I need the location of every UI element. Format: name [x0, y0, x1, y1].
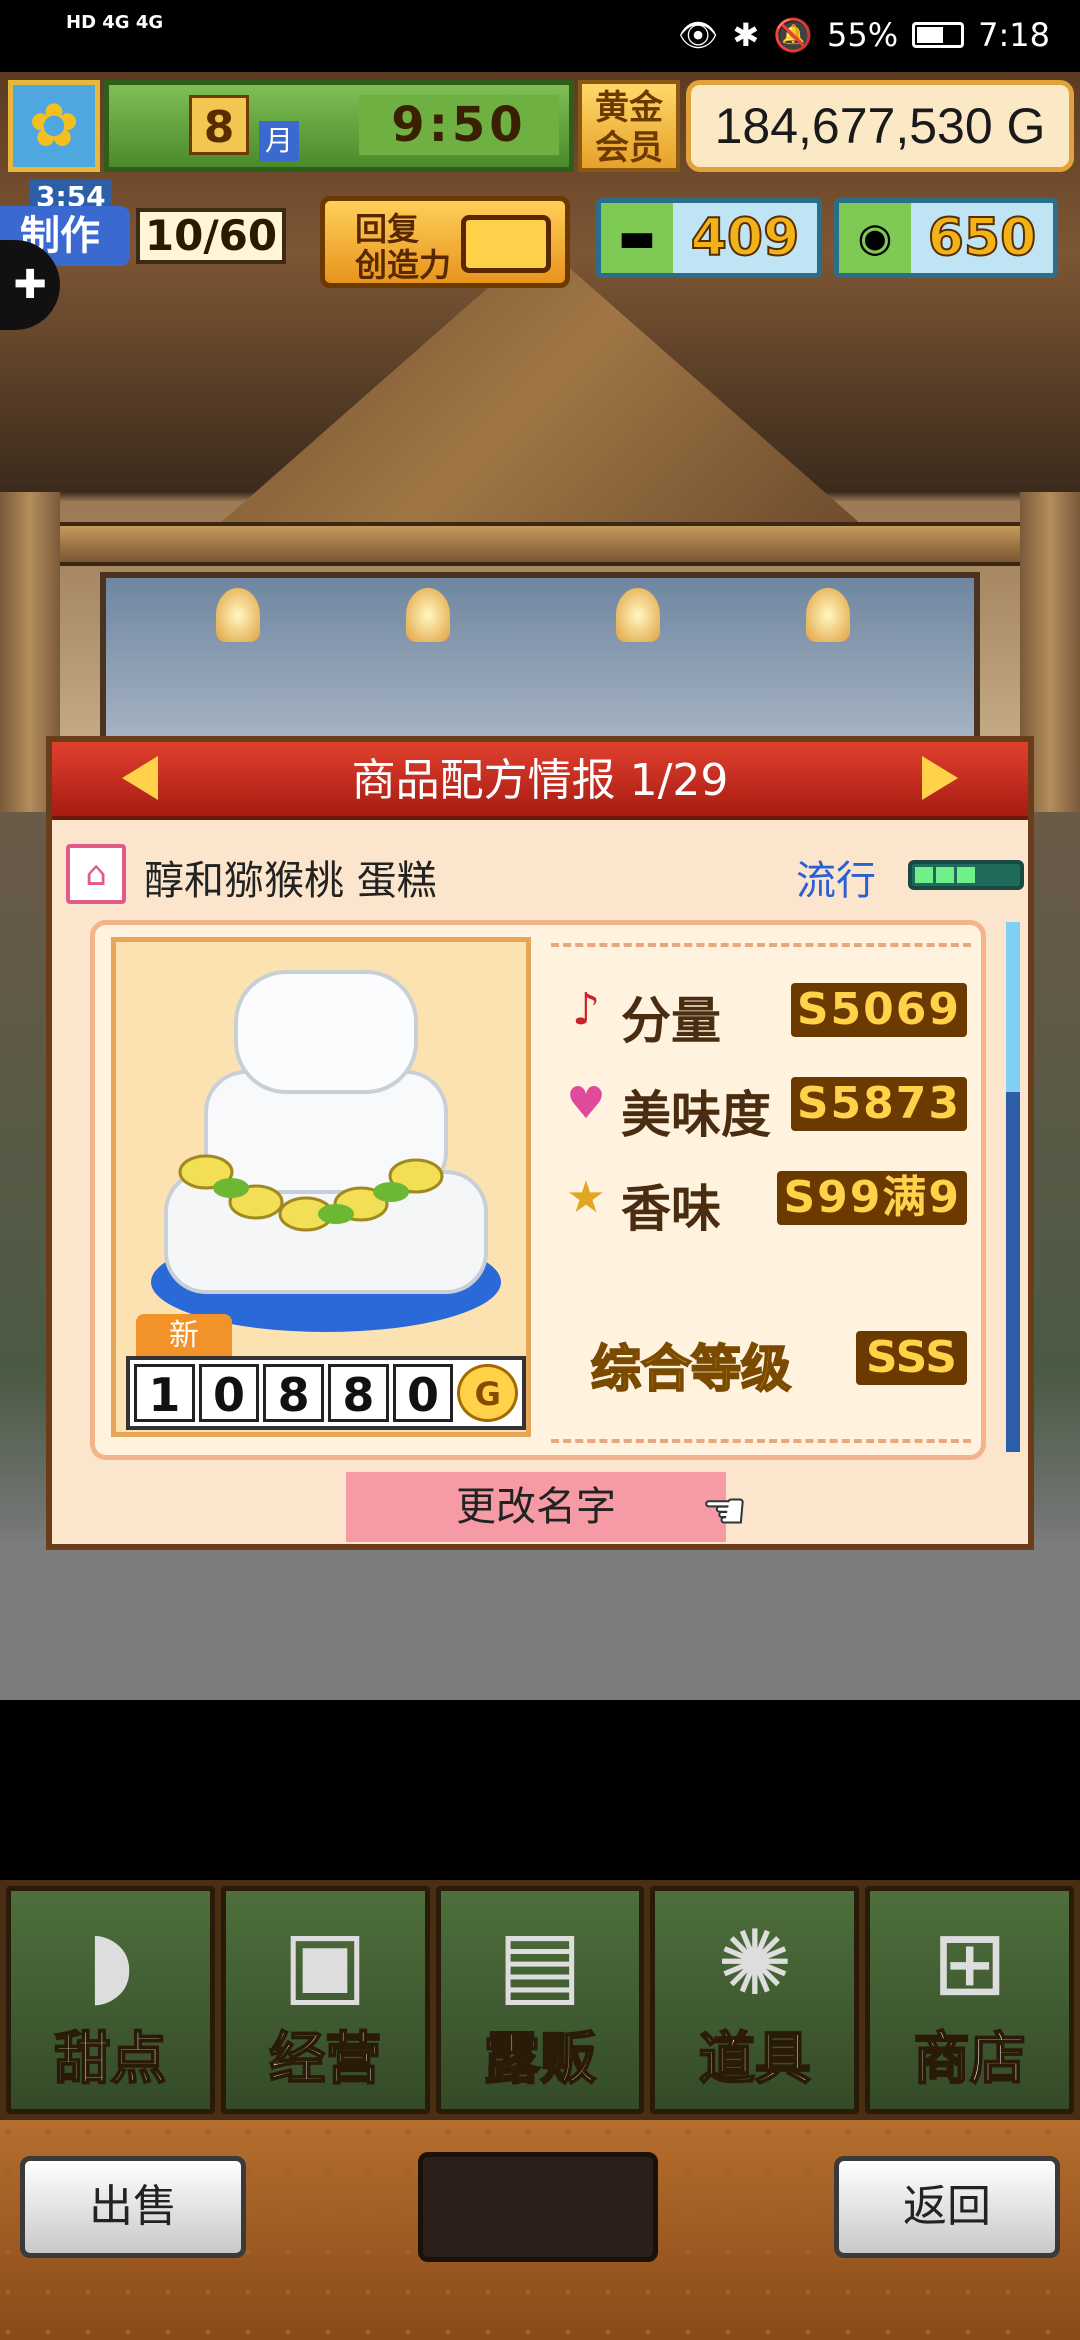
- menu-store[interactable]: ⊞ 商店: [865, 1886, 1074, 2114]
- menu-label: 商店: [913, 2026, 1027, 2093]
- stat-value: S5069: [790, 983, 967, 1037]
- overall-grade-label: 综合等级: [590, 1339, 792, 1399]
- ticket-icon: ▬: [601, 203, 673, 273]
- menu-dessert[interactable]: ◗ 甜点: [6, 1886, 215, 2114]
- center-slot: [418, 2152, 658, 2262]
- back-button[interactable]: 返回: [834, 2156, 1060, 2258]
- menu-label: 经营: [268, 2026, 382, 2093]
- stat-quantity: ♪ 分量 S5069: [551, 967, 971, 1057]
- menu-label: 道具: [698, 2026, 812, 2093]
- stat-label: 分量: [621, 992, 721, 1050]
- money-display: 184,677,530 G: [686, 80, 1074, 172]
- dialog-title: 商品配方情报 1/29: [351, 755, 729, 806]
- heart-icon: ♥: [566, 1078, 606, 1129]
- blank-area: [0, 1700, 1080, 1880]
- shop-icon: ▣: [282, 1911, 368, 2016]
- status-time: 7:18: [978, 16, 1050, 54]
- menu-label: 露贩: [483, 2026, 597, 2093]
- stat-value: S5873: [790, 1077, 967, 1131]
- shop-beam: [40, 522, 1040, 566]
- pointing-hand-icon: ☚: [701, 1481, 748, 1541]
- price-display: 1 0 8 8 0 G: [126, 1356, 526, 1430]
- price-digit: 8: [328, 1364, 389, 1422]
- stat-taste: ♥ 美味度 S5873: [551, 1061, 971, 1151]
- price-digit: 8: [263, 1364, 325, 1422]
- battery-icon: [912, 22, 965, 48]
- music-note-icon: ♪: [571, 984, 601, 1035]
- month-value: 8: [189, 95, 249, 155]
- lamp-icon: [616, 588, 660, 642]
- cake-icon: ◗: [86, 1911, 135, 2016]
- puzzle-icon: ✚: [13, 262, 47, 308]
- new-tag: 新: [136, 1314, 232, 1358]
- game-clock: 9:50: [359, 95, 559, 155]
- overall-grade-value: SSS: [855, 1331, 967, 1385]
- rename-button[interactable]: 更改名字: [346, 1472, 726, 1542]
- recipe-panel: 新 1 0 8 8 0 G ♪ 分量 S5069 ♥ 美味度 S5873 ★ 香…: [90, 920, 986, 1460]
- status-right: 👁 ✱ 🔕 55% 7:18: [678, 16, 1050, 54]
- recipe-name-row: ⌂ 醇和猕猴桃 蛋糕 流行: [66, 838, 1024, 908]
- menu-items[interactable]: ✺ 道具: [650, 1886, 860, 2114]
- network-indicator: HD 4G 4G: [66, 12, 164, 33]
- recipe-info-dialog: 商品配方情报 1/29 ⌂ 醇和猕猴桃 蛋糕 流行 新 1 0 8 8 0 G …: [46, 736, 1034, 1550]
- medal-icon: ◉: [839, 203, 911, 273]
- date-bar: 8 月 9:50: [104, 80, 574, 172]
- trend-bar: [908, 860, 1024, 890]
- medal-count: 650: [927, 207, 1038, 269]
- eye-icon: 👁: [677, 16, 719, 54]
- main-menu: ◗ 甜点 ▣ 经营 ▤ 露贩 ✺ 道具 ⊞ 商店: [0, 1880, 1080, 2120]
- bottom-bar: 出售 返回: [0, 2120, 1080, 2340]
- price-digit: 1: [134, 1364, 195, 1422]
- stamina-value: 10/60: [136, 208, 286, 264]
- menu-label: 甜点: [53, 2026, 167, 2093]
- restore-creativity-button[interactable]: 回复 创造力: [320, 196, 570, 288]
- dialog-header: 商品配方情报 1/29: [52, 742, 1028, 820]
- mute-icon: 🔕: [773, 16, 814, 54]
- stat-label: 香味: [621, 1180, 721, 1238]
- cart-icon: ⊞: [931, 1911, 1008, 2016]
- cake-image: [151, 970, 501, 1332]
- menu-street-vendor[interactable]: ▤ 露贩: [435, 1886, 645, 2114]
- stat-label: 美味度: [621, 1086, 771, 1144]
- items-icon: ✺: [717, 1911, 793, 2016]
- trend-label: 流行: [796, 858, 876, 904]
- prev-arrow-icon[interactable]: [122, 756, 158, 800]
- next-arrow-icon[interactable]: [922, 756, 958, 800]
- menu-management[interactable]: ▣ 经营: [220, 1886, 430, 2114]
- tv-icon: [461, 215, 551, 273]
- sunflower-icon: ✿: [28, 91, 80, 161]
- restore-label: 回复 创造力: [355, 210, 452, 284]
- stat-aroma: ★ 香味 S99满9: [551, 1155, 971, 1245]
- truck-icon: ▤: [497, 1911, 583, 2016]
- sell-button[interactable]: 出售: [20, 2156, 246, 2258]
- cake-frame: 新 1 0 8 8 0 G: [111, 937, 531, 1437]
- price-digit: 0: [198, 1364, 260, 1422]
- recipe-name: 醇和猕猴桃 蛋糕: [144, 858, 437, 904]
- stat-value: S99满9: [777, 1171, 967, 1225]
- stats-panel: ♪ 分量 S5069 ♥ 美味度 S5873 ★ 香味 S99满9 综合等级 S…: [551, 943, 971, 1443]
- gold-coin-icon: G: [457, 1364, 519, 1422]
- lamp-icon: [806, 588, 850, 642]
- medal-counter[interactable]: ◉ 650: [834, 198, 1058, 278]
- battery-percent: 55%: [827, 16, 899, 54]
- star-icon: ★: [566, 1172, 606, 1223]
- lamp-icon: [406, 588, 450, 642]
- price-digit: 0: [392, 1364, 454, 1422]
- lamp-icon: [216, 588, 260, 642]
- ticket-counter[interactable]: ▬ 409: [596, 198, 822, 278]
- status-bar: HD 4G 4G 👁 ✱ 🔕 55% 7:18: [0, 0, 1080, 72]
- bluetooth-icon: ✱: [732, 16, 760, 54]
- cake-category-icon: ⌂: [66, 844, 126, 904]
- gold-member-badge[interactable]: 黄金 会员: [578, 80, 680, 172]
- ticket-count: 409: [690, 207, 801, 269]
- month-unit: 月: [259, 121, 299, 161]
- scrollbar[interactable]: [1006, 922, 1020, 1452]
- player-avatar[interactable]: ✿: [8, 80, 100, 172]
